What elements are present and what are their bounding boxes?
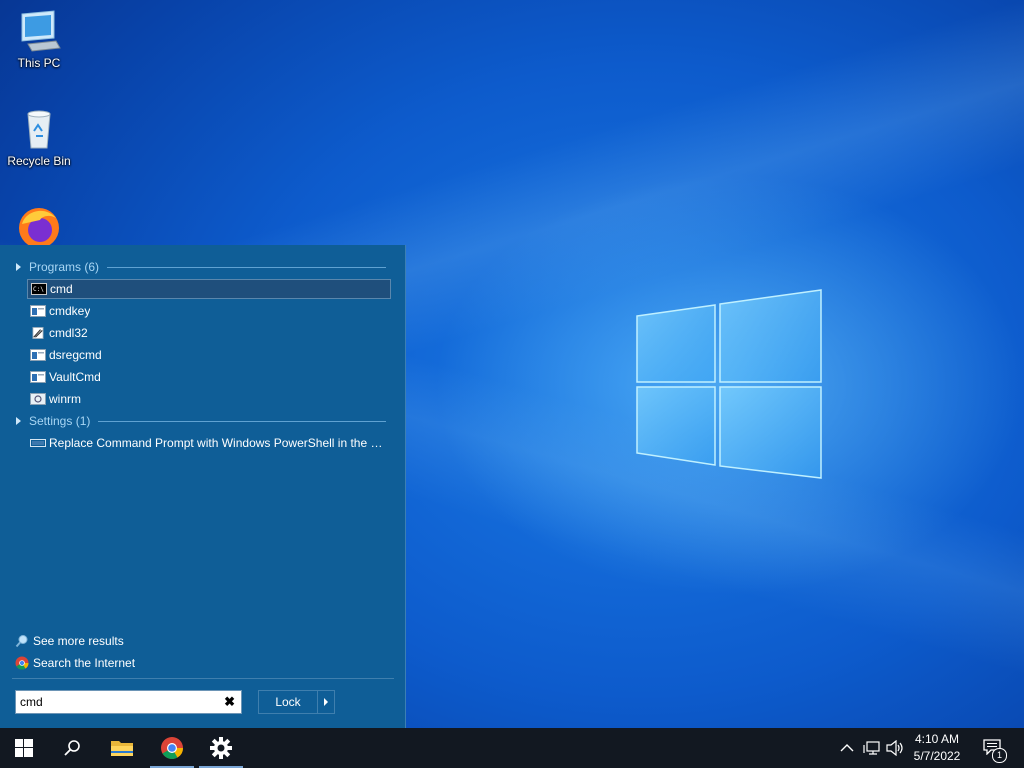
svg-text:C:\: C:\ xyxy=(33,286,44,293)
result-item-vaultcmd[interactable]: VaultCmd xyxy=(27,367,391,387)
divider xyxy=(107,266,386,268)
result-label: Replace Command Prompt with Windows Powe… xyxy=(49,436,391,450)
clear-search-icon[interactable]: ✖ xyxy=(224,695,235,709)
lock-button[interactable]: Lock xyxy=(259,695,317,709)
divider xyxy=(98,420,386,422)
search-icon xyxy=(64,740,80,756)
desktop-icon-recycle-bin[interactable]: Recycle Bin xyxy=(1,106,77,168)
see-more-label: See more results xyxy=(33,634,124,648)
magnifier-icon xyxy=(15,635,28,648)
start-search-panel: Programs (6) C:\ cmd cmdkey cmdl32 dsreg… xyxy=(0,245,406,728)
volume-icon[interactable] xyxy=(886,740,904,756)
result-label: cmd xyxy=(50,282,73,296)
result-label: cmdl32 xyxy=(49,326,88,340)
taskbar: 4:10 AM 5/7/2022 1 xyxy=(0,728,1024,768)
app-window-icon xyxy=(30,349,46,361)
desktop-icon-label: Recycle Bin xyxy=(7,154,71,168)
result-label: VaultCmd xyxy=(49,370,101,384)
monitor-icon xyxy=(21,10,61,52)
result-item-cmd[interactable]: C:\ cmd xyxy=(27,279,391,299)
settings-display-icon xyxy=(30,439,46,447)
taskbar-file-explorer[interactable] xyxy=(98,728,146,768)
firefox-icon xyxy=(19,208,59,246)
cmdl32-icon xyxy=(32,327,44,339)
taskbar-search-button[interactable] xyxy=(48,728,96,768)
clock-date: 5/7/2022 xyxy=(913,749,961,763)
start-icon xyxy=(15,739,33,757)
chrome-icon xyxy=(161,737,183,759)
action-center-button[interactable]: 1 xyxy=(980,728,1010,768)
search-internet-label: Search the Internet xyxy=(33,656,136,670)
desktop-icon-firefox[interactable] xyxy=(1,204,77,246)
clock-time: 4:10 AM xyxy=(914,732,960,746)
programs-header-label: Programs (6) xyxy=(29,260,100,274)
network-icon[interactable] xyxy=(863,740,881,756)
settings-gear-icon xyxy=(210,737,232,759)
expand-triangle-icon xyxy=(16,263,21,271)
start-search-box[interactable]: ✖ xyxy=(15,690,242,714)
app-window-icon xyxy=(30,305,46,317)
expand-triangle-icon xyxy=(16,417,21,425)
result-item-cmdkey[interactable]: cmdkey xyxy=(27,301,391,321)
desktop-icon-this-pc[interactable]: This PC xyxy=(1,8,77,70)
result-label: cmdkey xyxy=(49,304,91,318)
windows-logo-wallpaper xyxy=(636,289,822,479)
result-item-setting-powershell[interactable]: Replace Command Prompt with Windows Powe… xyxy=(27,433,391,453)
result-item-dsregcmd[interactable]: dsregcmd xyxy=(27,345,391,365)
winrm-icon xyxy=(30,393,46,405)
programs-group-header[interactable]: Programs (6) xyxy=(16,258,386,276)
search-internet-link[interactable]: Search the Internet xyxy=(15,656,135,670)
power-options-arrow-button[interactable] xyxy=(318,698,334,706)
settings-header-label: Settings (1) xyxy=(29,414,91,428)
lock-split-button: Lock xyxy=(258,690,335,714)
taskbar-chrome[interactable] xyxy=(148,728,196,768)
desktop-icon-label: This PC xyxy=(17,56,61,70)
file-explorer-icon xyxy=(111,741,133,756)
result-label: dsregcmd xyxy=(49,348,102,362)
result-item-winrm[interactable]: winrm xyxy=(27,389,391,409)
see-more-results-link[interactable]: See more results xyxy=(15,634,124,648)
divider xyxy=(12,678,394,679)
taskbar-clock[interactable]: 4:10 AM 5/7/2022 xyxy=(904,731,970,765)
start-button[interactable] xyxy=(0,728,48,768)
result-item-cmdl32[interactable]: cmdl32 xyxy=(27,323,391,343)
chevron-right-icon xyxy=(324,698,328,706)
notification-count-badge: 1 xyxy=(992,748,1007,763)
app-window-icon xyxy=(30,371,46,383)
recycle-bin-icon xyxy=(27,110,51,149)
settings-group-header[interactable]: Settings (1) xyxy=(16,412,386,430)
result-label: winrm xyxy=(49,392,81,406)
console-icon: C:\ xyxy=(31,283,47,295)
search-input[interactable] xyxy=(16,694,222,710)
taskbar-settings[interactable] xyxy=(197,728,245,768)
chevron-up-icon[interactable] xyxy=(840,742,854,754)
chrome-icon xyxy=(15,656,29,670)
